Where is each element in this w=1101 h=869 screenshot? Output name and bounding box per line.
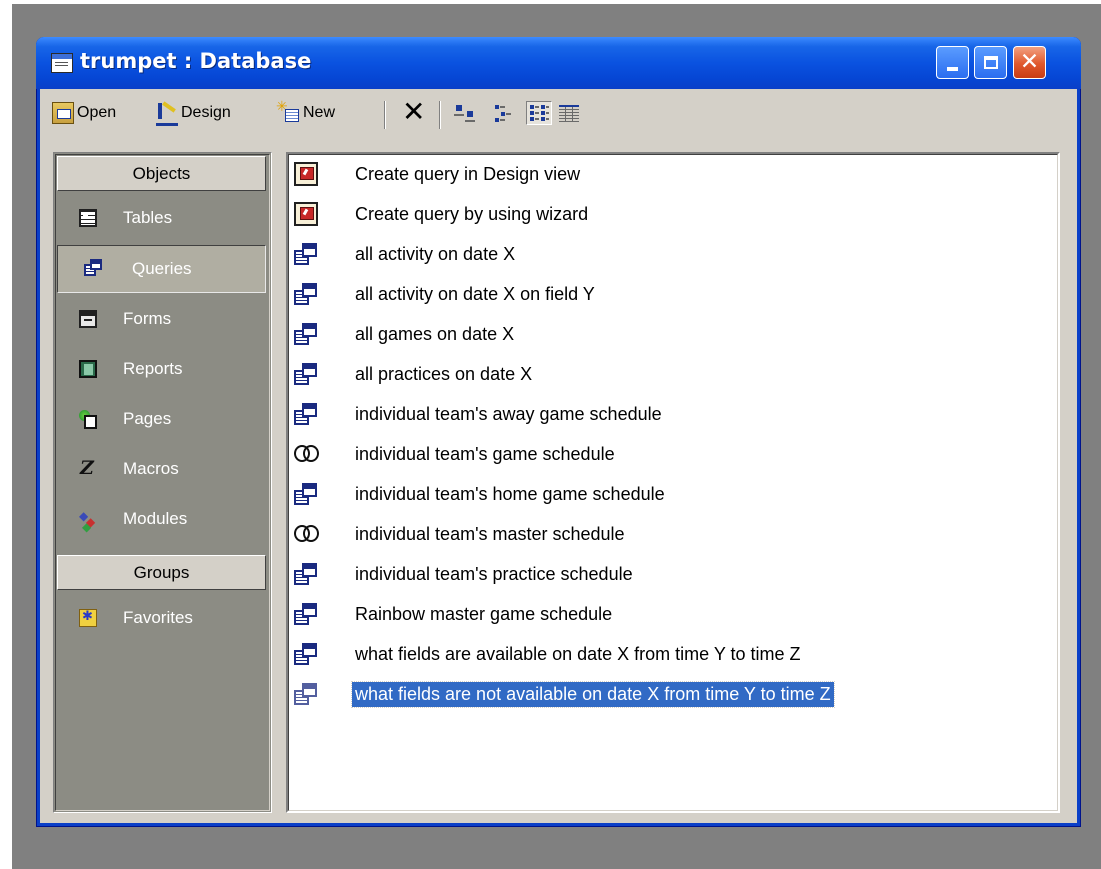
minimize-button[interactable] [936,46,969,79]
objects-header-button[interactable]: Objects [57,156,266,191]
list-item[interactable]: all activity on date X [294,234,518,274]
maximize-button[interactable] [974,46,1007,79]
select-query-icon [294,362,318,386]
sidebar-item-label: Forms [123,309,172,328]
wizard-icon [294,162,318,186]
sidebar-item-modules[interactable]: Modules [57,495,266,543]
groups-header-label: Groups [133,562,190,582]
open-label: Open [77,104,117,121]
sidebar-item-queries[interactable]: Queries [57,245,266,293]
sidebar-item-reports[interactable]: Reports [57,345,266,393]
close-icon: ✕ [1019,49,1040,75]
select-query-icon [294,562,318,586]
list-item[interactable]: what fields are available on date X from… [294,634,804,674]
select-query-icon [294,682,318,706]
query-list[interactable]: Create query in Design view Create query… [286,152,1060,813]
title-bar[interactable]: trumpet : Database ✕ [36,37,1081,89]
objects-header-label: Objects [132,163,191,183]
sidebar-item-label: Macros [123,459,179,478]
form-icon [79,310,97,328]
open-button[interactable]: Open [52,99,116,127]
select-query-icon [294,642,318,666]
list-item[interactable]: individual team's home game schedule [294,474,668,514]
design-button[interactable]: Design [156,99,231,127]
table-icon [79,209,97,227]
list-item-label: all activity on date X [355,243,516,264]
design-icon [156,101,178,126]
sidebar-item-label: Queries [132,259,192,278]
sidebar-item-macros[interactable]: Macros [57,445,266,493]
close-button[interactable]: ✕ [1013,46,1046,79]
new-label: New [303,104,336,121]
union-query-icon [294,522,319,546]
sidebar-item-label: Modules [123,509,188,528]
sidebar-item-favorites[interactable]: Favorites [57,594,266,642]
delete-icon[interactable]: ✕ [402,98,425,126]
list-item-selected[interactable]: what fields are not available on date X … [294,674,835,714]
select-query-icon [294,282,318,306]
select-query-icon [294,242,318,266]
union-query-icon [294,442,319,466]
select-query-icon [294,402,318,426]
macro-icon [79,457,97,479]
list-item[interactable]: all games on date X [294,314,517,354]
groups-header-button[interactable]: Groups [57,555,266,590]
list-item-label: Create query in Design view [355,163,581,184]
list-item[interactable]: all practices on date X [294,354,535,394]
new-icon [276,98,300,124]
details-view-icon[interactable] [558,103,580,123]
sidebar-item-label: Reports [123,359,183,378]
sidebar-item-forms[interactable]: Forms [57,295,266,343]
favorites-folder-icon [79,608,97,627]
list-item-label: individual team's game schedule [355,443,615,464]
small-icons-view-icon[interactable] [493,103,515,123]
list-item-label: what fields are not available on date X … [351,680,835,708]
sidebar-item-tables[interactable]: Tables [57,194,266,242]
list-item-label: individual team's master schedule [355,523,625,544]
list-item-label: all games on date X [355,323,515,344]
list-item[interactable]: individual team's practice schedule [294,554,636,594]
list-item-label: all practices on date X [355,363,533,384]
toolbar-separator [384,101,386,129]
open-icon [52,102,74,124]
wizard-icon [294,202,318,226]
query-icon [84,259,106,279]
list-item-label: Rainbow master game schedule [355,603,613,624]
sidebar-item-label: Favorites [123,608,193,627]
report-icon [79,360,97,378]
sidebar-item-pages[interactable]: Pages [57,395,266,443]
minimize-icon [947,66,958,71]
list-view-icon[interactable] [526,101,552,125]
page-icon [79,410,97,429]
list-item-label: individual team's practice schedule [355,563,633,584]
toolbar: Open Design New ✕ [40,89,1077,139]
select-query-icon [294,602,318,626]
window-title: trumpet : Database [80,49,312,73]
list-item[interactable]: individual team's game schedule [294,434,618,474]
large-icons-view-icon[interactable] [454,103,476,123]
list-item-label: Create query by using wizard [355,203,589,224]
database-window-icon[interactable] [51,53,73,73]
database-window: trumpet : Database ✕ Open Design New ✕ [36,37,1081,827]
maximize-icon [983,56,998,69]
list-item[interactable]: Rainbow master game schedule [294,594,615,634]
list-item[interactable]: individual team's master schedule [294,514,628,554]
select-query-icon [294,482,318,506]
objects-bar: Objects Tables Queries Forms Reports Pag… [53,152,272,813]
new-button[interactable]: New [276,98,336,127]
toolbar-separator [439,101,441,129]
list-item-label: individual team's home game schedule [355,483,665,504]
list-item-label: all activity on date X on field Y [355,283,595,304]
module-icon [79,509,97,529]
list-item[interactable]: all activity on date X on field Y [294,274,598,314]
list-item[interactable]: individual team's away game schedule [294,394,665,434]
select-query-icon [294,322,318,346]
list-item-create-design[interactable]: Create query in Design view [294,154,583,194]
list-item-label: individual team's away game schedule [355,403,662,424]
design-label: Design [181,104,231,121]
sidebar-item-label: Tables [123,208,173,227]
list-item-label: what fields are available on date X from… [355,643,801,664]
sidebar-item-label: Pages [123,409,172,428]
list-item-create-wizard[interactable]: Create query by using wizard [294,194,591,234]
